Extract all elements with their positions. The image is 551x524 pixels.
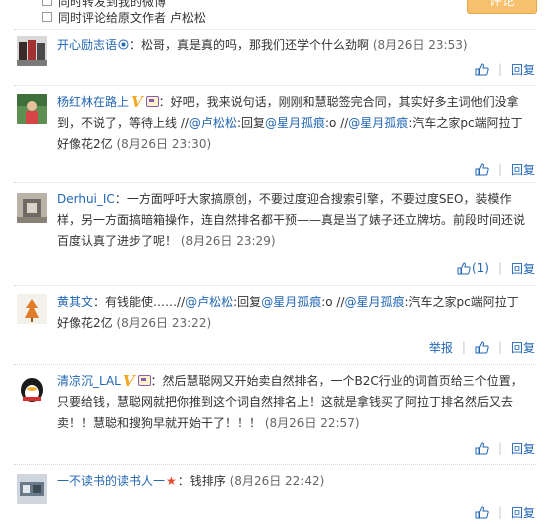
forward-text: :回复: [236, 116, 265, 130]
forward-checkbox[interactable]: [42, 0, 52, 6]
thumbs-up-icon: [457, 261, 471, 274]
mention-link[interactable]: @星月孤痕: [345, 295, 405, 309]
thumbs-up-icon: [475, 162, 489, 175]
comment-time: (8月26日 23:30): [116, 137, 212, 151]
mention-link[interactable]: @星月孤痕: [348, 116, 408, 130]
v-badge-icon[interactable]: V: [131, 95, 143, 110]
thumbs-up-icon: [475, 62, 489, 75]
tv-badge-icon[interactable]: [145, 96, 159, 107]
comment-divider: [14, 464, 536, 465]
reply-button[interactable]: 回复: [511, 504, 535, 521]
forward-separator: //: [177, 295, 186, 309]
avatar[interactable]: [17, 94, 47, 124]
mention-link[interactable]: @卢松松: [185, 295, 233, 309]
comment-actions: | 回复: [475, 504, 535, 520]
comment-divider: [14, 364, 536, 365]
comment-text: ：松哥，真是真的吗，那我们还学个什么劲啊: [129, 38, 370, 52]
action-separator: |: [497, 340, 502, 354]
thumbs-up-icon: [475, 340, 489, 353]
comment-author-checkbox[interactable]: [42, 12, 52, 22]
reply-button[interactable]: 回复: [511, 339, 535, 356]
mention-link[interactable]: @星月孤痕: [265, 116, 325, 130]
like-button[interactable]: [475, 340, 489, 354]
comment-actions: | 回复: [475, 440, 535, 456]
comment-username[interactable]: 黄其文: [57, 295, 93, 309]
like-button[interactable]: [475, 505, 489, 519]
avatar[interactable]: [17, 193, 47, 223]
comment-divider: [14, 85, 536, 86]
comment-divider: [14, 285, 536, 286]
mention-link[interactable]: @卢松松: [189, 116, 237, 130]
comment-text: ：有钱能使……: [93, 295, 178, 309]
like-count: (1): [471, 261, 489, 275]
comment-time: (8月26日 23:29): [180, 234, 276, 248]
reply-button[interactable]: 回复: [511, 61, 535, 78]
comment-username[interactable]: Derhui_IC: [57, 192, 115, 206]
thumbs-up-icon: [475, 505, 489, 518]
comment-actions: (1) | 回复: [457, 260, 535, 276]
forward-text: :o: [325, 116, 337, 130]
member-badge-icon[interactable]: [118, 39, 129, 50]
comment-actions: | 回复: [475, 61, 535, 77]
reply-button[interactable]: 回复: [511, 161, 535, 178]
comment-username[interactable]: 清凉沉_LAL: [57, 374, 121, 388]
comment-body: Derhui_IC：一方面呼吁大家搞原创，不要过度迎合搜索引擎，不要过度SEO，…: [57, 189, 529, 252]
comment-author-option[interactable]: 同时评论给原文作者 卢松松: [42, 10, 206, 25]
forward-separator: //: [332, 295, 345, 309]
action-separator: |: [497, 261, 502, 275]
like-button[interactable]: [475, 62, 489, 76]
comment-divider: [14, 182, 536, 183]
publish-options: 同时转发到我的微博 同时评论给原文作者 卢松松 评论: [0, 0, 551, 30]
comment-username[interactable]: 杨红林在路上: [57, 95, 129, 109]
report-button[interactable]: 举报: [429, 339, 453, 356]
comment-body: 杨红林在路上 V ：好吧，我来说句话，刚刚和慧聪签完合同，其实好多主词他们没拿到，不…: [57, 92, 529, 155]
avatar[interactable]: [17, 375, 47, 405]
comment-time: (8月26日 22:57): [264, 416, 360, 430]
like-button[interactable]: [475, 441, 489, 455]
comment-button[interactable]: 评论: [467, 0, 537, 14]
comment-divider: [14, 29, 536, 30]
comment-time: (8月26日 23:53): [372, 38, 468, 52]
comment-body: 清凉沉_LAL V ：然后慧聪网又开始卖自然排名，一个B2C行业的词首页给三个位置，…: [57, 371, 529, 434]
star-icon: ★: [166, 474, 177, 488]
mention-link[interactable]: @星月孤痕: [261, 295, 321, 309]
tv-badge-icon[interactable]: [137, 375, 151, 386]
comment-body: 黄其文：有钱能使……//@卢松松:回复@星月孤痕:o //@星月孤痕:汽车之家p…: [57, 292, 529, 334]
comment-time: (8月26日 22:42): [229, 474, 325, 488]
like-button[interactable]: [475, 162, 489, 176]
reply-button[interactable]: 回复: [511, 260, 535, 277]
forward-option[interactable]: 同时转发到我的微博: [42, 0, 166, 9]
avatar[interactable]: [17, 474, 47, 504]
action-separator: |: [497, 441, 502, 455]
action-separator: |: [497, 162, 502, 176]
reply-button[interactable]: 回复: [511, 440, 535, 457]
comment-actions: 举报 | | 回复: [429, 339, 535, 355]
comment-text: ：钱排序: [177, 474, 226, 488]
comment-username[interactable]: 一不读书的读书人一: [57, 474, 165, 488]
forward-separator: //: [177, 116, 189, 130]
forward-text: :回复: [233, 295, 262, 309]
avatar[interactable]: [17, 294, 47, 324]
comment-body: 开心励志语 ：松哥，真是真的吗，那我们还学个什么劲啊 (8月26日 23:53): [57, 35, 529, 56]
thumbs-up-icon: [475, 441, 489, 454]
forward-text: :o: [321, 295, 333, 309]
comment-username[interactable]: 开心励志语: [57, 38, 117, 52]
comment-time: (8月26日 23:22): [116, 316, 212, 330]
comment-author-option-label: 同时评论给原文作者 卢松松: [58, 10, 206, 25]
action-separator: |: [461, 340, 466, 354]
forward-separator: //: [336, 116, 349, 130]
comment-body: 一不读书的读书人一★：钱排序 (8月26日 22:42): [57, 471, 529, 492]
avatar[interactable]: [17, 36, 47, 66]
action-separator: |: [497, 505, 502, 519]
v-badge-icon[interactable]: V: [123, 374, 135, 389]
comment-actions: | 回复: [475, 161, 535, 177]
comment-text: ：一方面呼吁大家搞原创，不要过度迎合搜索引擎，不要过度SEO，装模作样，另一方面…: [57, 192, 526, 248]
like-button[interactable]: (1): [457, 261, 489, 275]
action-separator: |: [497, 62, 502, 76]
